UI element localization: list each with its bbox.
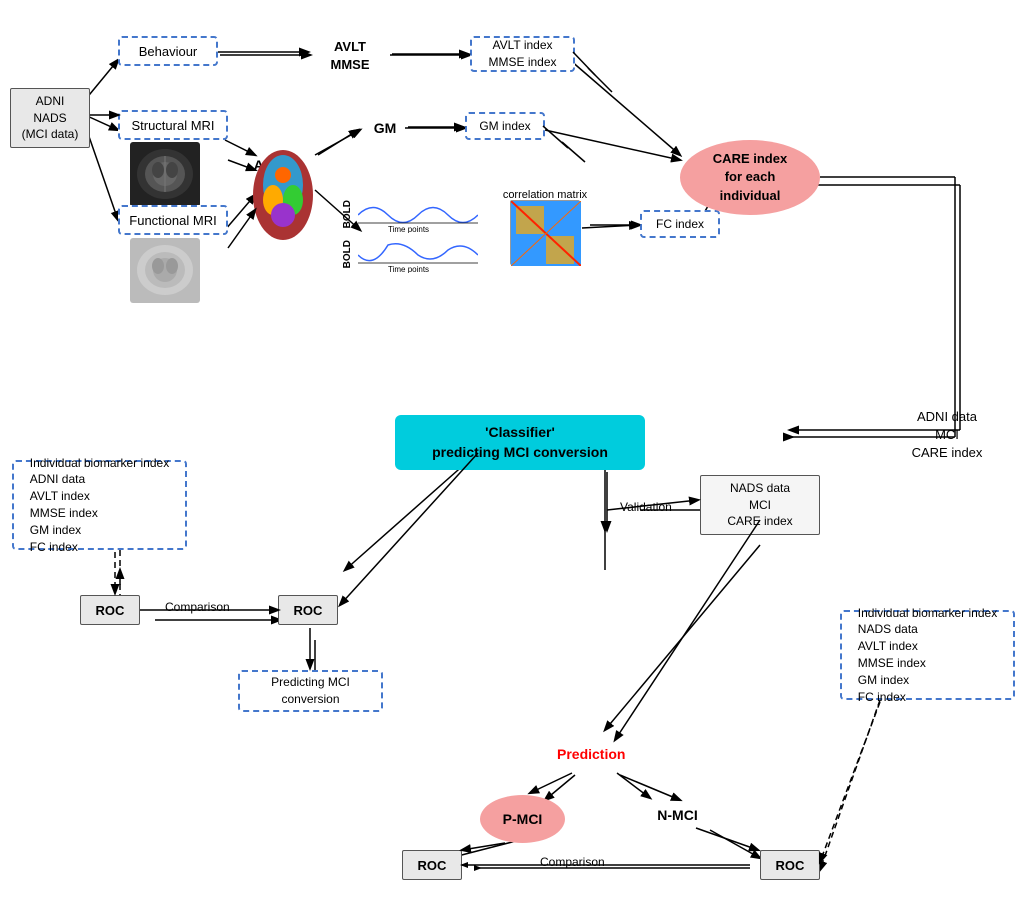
pmci-label: P-MCI xyxy=(503,811,543,827)
gm-index-label: GM index xyxy=(479,119,530,133)
individual-biomarker-right-label: Individual biomarker index NADS data AVL… xyxy=(858,605,997,706)
adni-mci-care-box: ADNI data MCI CARE index xyxy=(892,405,1002,465)
nmci-box: N-MCI xyxy=(640,800,715,830)
aal-image xyxy=(248,145,318,245)
roc-middle-box: ROC xyxy=(278,595,338,625)
functional-mri-box: Functional MRI xyxy=(118,205,228,235)
correlation-matrix-image xyxy=(510,200,580,265)
roc-middle-label: ROC xyxy=(294,603,323,618)
adni-nads-label: ADNI NADS (MCI data) xyxy=(22,93,79,143)
classifier-label: 'Classifier' predicting MCI conversion xyxy=(432,423,608,462)
behaviour-box: Behaviour xyxy=(118,36,218,66)
comparison-bottom-text: Comparison xyxy=(540,855,605,869)
functional-mri-image xyxy=(130,238,200,303)
prediction-label: Prediction xyxy=(557,746,625,762)
nads-mci-care-label: NADS data MCI CARE index xyxy=(727,480,792,530)
validation-label: Validation xyxy=(620,500,672,514)
individual-biomarker-right-box: Individual biomarker index NADS data AVL… xyxy=(840,610,1015,700)
structural-mri-label: Structural MRI xyxy=(131,118,214,133)
individual-biomarker-left-label: Individual biomarker index ADNI data AVL… xyxy=(30,455,169,556)
avlt-index-label: AVLT index MMSE index xyxy=(488,37,556,71)
gm-box: GM xyxy=(360,115,410,140)
functional-mri-label: Functional MRI xyxy=(129,213,216,228)
comparison-top-label: Comparison xyxy=(165,600,230,614)
classifier-box: 'Classifier' predicting MCI conversion xyxy=(395,415,645,470)
bold-label-2: BOLD xyxy=(342,240,353,268)
adni-mci-care-label: ADNI data MCI CARE index xyxy=(912,408,983,463)
validation-text: Validation xyxy=(620,500,672,514)
behaviour-label: Behaviour xyxy=(139,44,198,59)
care-index-label: CARE index for each individual xyxy=(695,150,805,205)
roc-bottom-left-label: ROC xyxy=(418,858,447,873)
avlt-mmse-box: AVLT MMSE xyxy=(310,38,390,74)
predicting-mci-label: Predicting MCI conversion xyxy=(271,674,350,708)
roc-bottom-right-box: ROC xyxy=(760,850,820,880)
care-index-ellipse: CARE index for each individual xyxy=(680,140,820,215)
roc-bottom-right-label: ROC xyxy=(776,858,805,873)
svg-text:Time points: Time points xyxy=(388,265,429,273)
prediction-text: Prediction xyxy=(557,746,625,762)
nads-mci-care-box: NADS data MCI CARE index xyxy=(700,475,820,535)
individual-biomarker-left-box: Individual biomarker index ADNI data AVL… xyxy=(12,460,187,550)
avlt-mmse-label: AVLT MMSE xyxy=(331,38,370,74)
diagram: ADNI NADS (MCI data) Behaviour Structura… xyxy=(0,0,1020,918)
gm-index-box: GM index xyxy=(465,112,545,140)
roc-left-label: ROC xyxy=(96,603,125,618)
fc-index-box: FC index xyxy=(640,210,720,238)
predicting-mci-box: Predicting MCI conversion xyxy=(238,670,383,712)
roc-left-box: ROC xyxy=(80,595,140,625)
fc-index-label: FC index xyxy=(656,217,704,231)
avlt-index-box: AVLT index MMSE index xyxy=(470,36,575,72)
pmci-ellipse: P-MCI xyxy=(480,795,565,843)
adni-nads-box: ADNI NADS (MCI data) xyxy=(10,88,90,148)
structural-mri-box: Structural MRI xyxy=(118,110,228,140)
comparison-bottom-label: Comparison xyxy=(540,855,605,869)
roc-bottom-left-box: ROC xyxy=(402,850,462,880)
svg-text:Time points: Time points xyxy=(388,225,429,233)
gm-label: GM xyxy=(374,120,397,136)
structural-mri-image xyxy=(130,142,200,207)
nmci-label: N-MCI xyxy=(657,807,697,823)
bold-label-1: BOLD xyxy=(342,200,353,228)
comparison-top-text: Comparison xyxy=(165,600,230,614)
